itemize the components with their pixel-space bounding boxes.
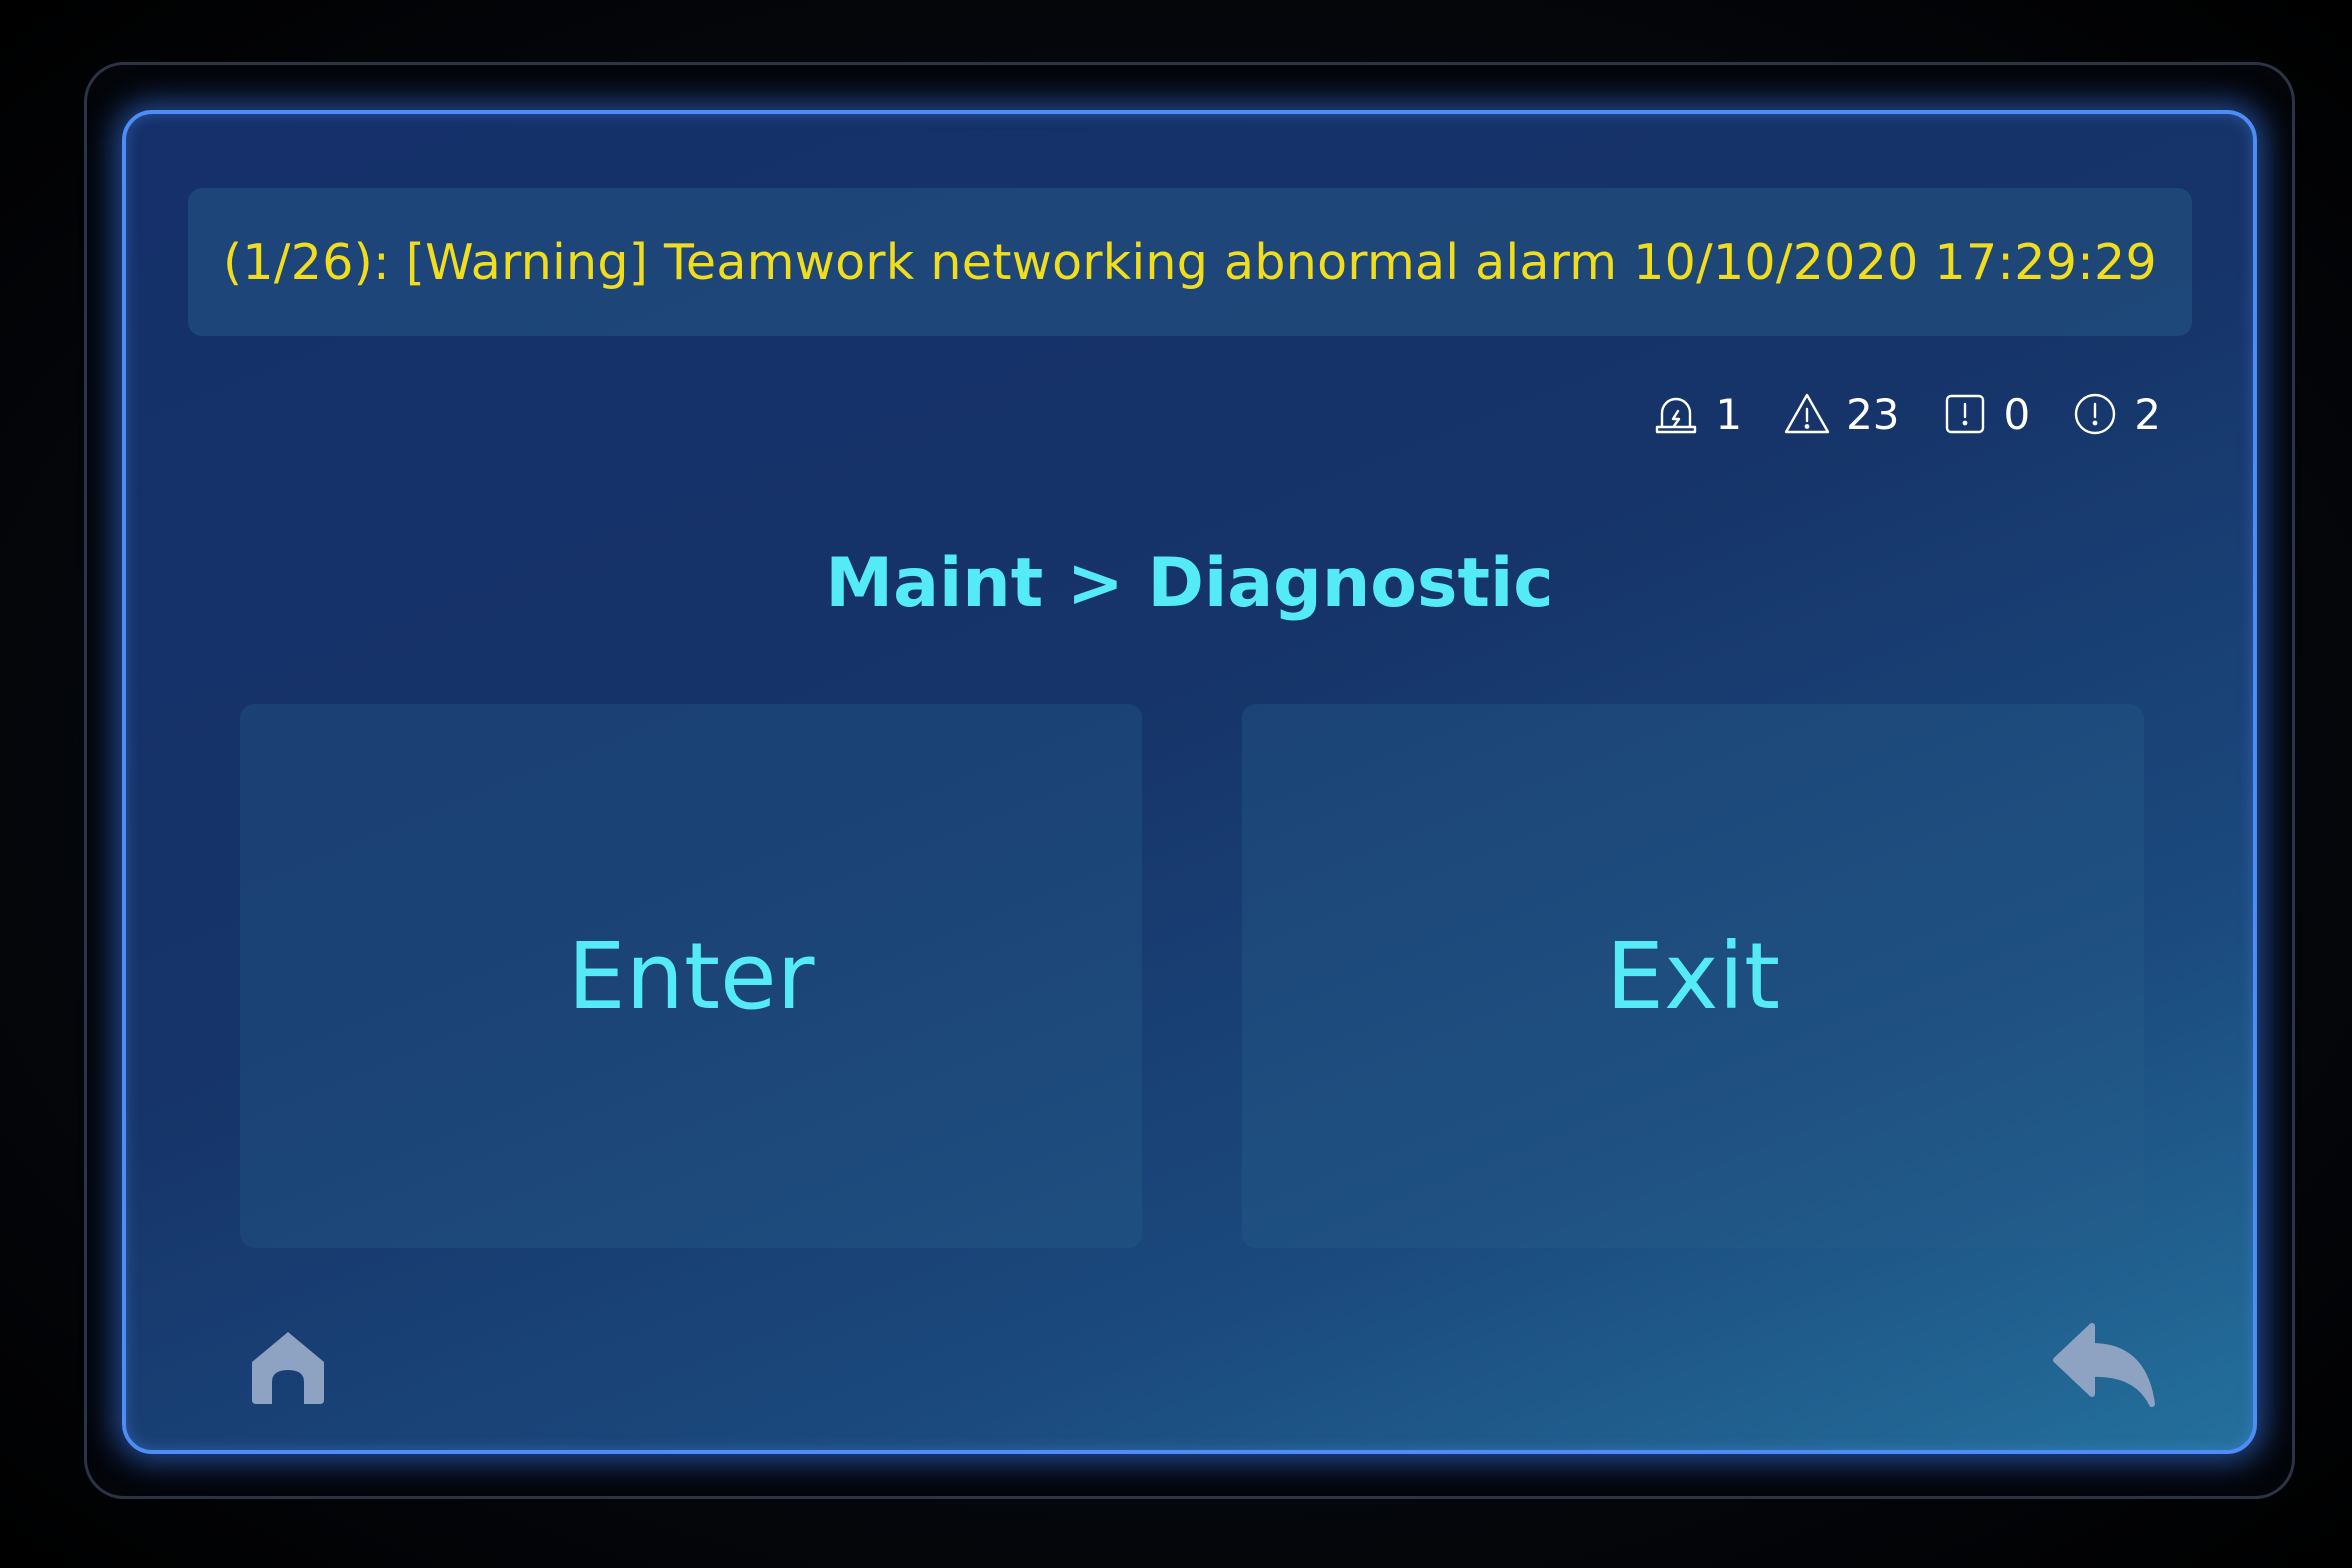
siren-icon [1656,397,1697,434]
status-siren[interactable]: 1 [1651,389,1742,439]
alarm-banner[interactable]: (1/26): [Warning] Teamwork networking ab… [188,188,2192,336]
enter-button-label: Enter [567,922,815,1030]
page-title: Maint > Diagnostic [825,544,1554,623]
exit-button-label: Exit [1605,922,1781,1030]
siren-count: 1 [1715,389,1743,439]
exit-button[interactable]: Exit [1242,704,2144,1248]
status-alert-circle[interactable]: 2 [2070,389,2161,439]
enter-button[interactable]: Enter [240,704,1142,1248]
status-warning[interactable]: 23 [1782,389,1900,439]
back-arrow-icon [2053,1323,2155,1407]
hmi-screen: (1/26): [Warning] Teamwork networking ab… [122,110,2257,1454]
home-icon [252,1332,324,1404]
alarm-status-bar: 1 23 0 2 [1651,384,2161,444]
back-button[interactable] [2052,1322,2156,1410]
status-alert-square[interactable]: 0 [1940,389,2031,439]
alert-square-icon [1945,394,1984,434]
warning-triangle-icon [1784,393,1830,434]
home-button[interactable] [246,1324,330,1408]
warning-count: 23 [1846,389,1900,439]
alert-circle-count: 2 [2134,389,2161,439]
alert-circle-icon [2075,393,2116,435]
alarm-message: (1/26): [Warning] Teamwork networking ab… [223,233,2157,291]
alert-square-count: 0 [2003,389,2031,439]
device-frame: (1/26): [Warning] Teamwork networking ab… [0,0,2352,1568]
